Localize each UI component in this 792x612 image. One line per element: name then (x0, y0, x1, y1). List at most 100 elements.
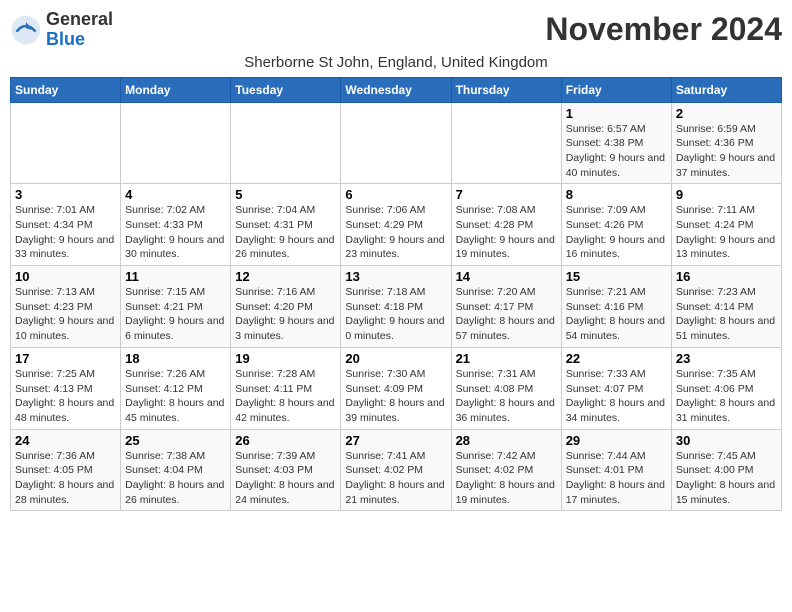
day-number: 26 (235, 433, 336, 448)
day-header-monday: Monday (121, 77, 231, 102)
day-info: Sunrise: 6:59 AM Sunset: 4:36 PM Dayligh… (676, 122, 777, 181)
calendar-cell: 4Sunrise: 7:02 AM Sunset: 4:33 PM Daylig… (121, 184, 231, 266)
calendar-cell: 10Sunrise: 7:13 AM Sunset: 4:23 PM Dayli… (11, 266, 121, 348)
day-info: Sunrise: 7:06 AM Sunset: 4:29 PM Dayligh… (345, 203, 446, 262)
calendar-cell: 1Sunrise: 6:57 AM Sunset: 4:38 PM Daylig… (561, 102, 671, 184)
day-header-tuesday: Tuesday (231, 77, 341, 102)
calendar-cell: 12Sunrise: 7:16 AM Sunset: 4:20 PM Dayli… (231, 266, 341, 348)
page-header: General Blue November 2024 (10, 10, 782, 50)
calendar-table: SundayMondayTuesdayWednesdayThursdayFrid… (10, 77, 782, 512)
calendar-cell: 8Sunrise: 7:09 AM Sunset: 4:26 PM Daylig… (561, 184, 671, 266)
logo-icon (10, 14, 42, 46)
calendar-cell: 16Sunrise: 7:23 AM Sunset: 4:14 PM Dayli… (671, 266, 781, 348)
day-info: Sunrise: 7:02 AM Sunset: 4:33 PM Dayligh… (125, 203, 226, 262)
day-info: Sunrise: 7:25 AM Sunset: 4:13 PM Dayligh… (15, 367, 116, 426)
day-info: Sunrise: 7:04 AM Sunset: 4:31 PM Dayligh… (235, 203, 336, 262)
day-info: Sunrise: 7:26 AM Sunset: 4:12 PM Dayligh… (125, 367, 226, 426)
calendar-cell: 21Sunrise: 7:31 AM Sunset: 4:08 PM Dayli… (451, 347, 561, 429)
day-info: Sunrise: 7:08 AM Sunset: 4:28 PM Dayligh… (456, 203, 557, 262)
day-number: 5 (235, 187, 336, 202)
day-info: Sunrise: 6:57 AM Sunset: 4:38 PM Dayligh… (566, 122, 667, 181)
day-number: 12 (235, 269, 336, 284)
day-header-wednesday: Wednesday (341, 77, 451, 102)
calendar-cell: 30Sunrise: 7:45 AM Sunset: 4:00 PM Dayli… (671, 429, 781, 511)
month-title: November 2024 (545, 11, 782, 48)
day-info: Sunrise: 7:42 AM Sunset: 4:02 PM Dayligh… (456, 449, 557, 508)
calendar-cell: 24Sunrise: 7:36 AM Sunset: 4:05 PM Dayli… (11, 429, 121, 511)
day-info: Sunrise: 7:23 AM Sunset: 4:14 PM Dayligh… (676, 285, 777, 344)
day-number: 21 (456, 351, 557, 366)
day-number: 16 (676, 269, 777, 284)
calendar-cell: 14Sunrise: 7:20 AM Sunset: 4:17 PM Dayli… (451, 266, 561, 348)
calendar-cell: 13Sunrise: 7:18 AM Sunset: 4:18 PM Dayli… (341, 266, 451, 348)
day-header-sunday: Sunday (11, 77, 121, 102)
day-header-thursday: Thursday (451, 77, 561, 102)
day-number: 4 (125, 187, 226, 202)
day-number: 8 (566, 187, 667, 202)
calendar-cell: 22Sunrise: 7:33 AM Sunset: 4:07 PM Dayli… (561, 347, 671, 429)
calendar-header-row: SundayMondayTuesdayWednesdayThursdayFrid… (11, 77, 782, 102)
day-header-saturday: Saturday (671, 77, 781, 102)
day-info: Sunrise: 7:09 AM Sunset: 4:26 PM Dayligh… (566, 203, 667, 262)
day-info: Sunrise: 7:44 AM Sunset: 4:01 PM Dayligh… (566, 449, 667, 508)
day-number: 13 (345, 269, 446, 284)
day-number: 24 (15, 433, 116, 448)
calendar-week-row: 3Sunrise: 7:01 AM Sunset: 4:34 PM Daylig… (11, 184, 782, 266)
logo-general: General (46, 10, 113, 30)
calendar-cell: 5Sunrise: 7:04 AM Sunset: 4:31 PM Daylig… (231, 184, 341, 266)
day-number: 17 (15, 351, 116, 366)
calendar-cell: 27Sunrise: 7:41 AM Sunset: 4:02 PM Dayli… (341, 429, 451, 511)
day-info: Sunrise: 7:38 AM Sunset: 4:04 PM Dayligh… (125, 449, 226, 508)
calendar-cell: 9Sunrise: 7:11 AM Sunset: 4:24 PM Daylig… (671, 184, 781, 266)
calendar-week-row: 1Sunrise: 6:57 AM Sunset: 4:38 PM Daylig… (11, 102, 782, 184)
calendar-cell (341, 102, 451, 184)
day-info: Sunrise: 7:11 AM Sunset: 4:24 PM Dayligh… (676, 203, 777, 262)
logo-blue: Blue (46, 30, 113, 50)
day-info: Sunrise: 7:31 AM Sunset: 4:08 PM Dayligh… (456, 367, 557, 426)
day-number: 28 (456, 433, 557, 448)
day-number: 29 (566, 433, 667, 448)
day-info: Sunrise: 7:20 AM Sunset: 4:17 PM Dayligh… (456, 285, 557, 344)
calendar-cell: 17Sunrise: 7:25 AM Sunset: 4:13 PM Dayli… (11, 347, 121, 429)
day-number: 6 (345, 187, 446, 202)
calendar-cell (231, 102, 341, 184)
calendar-cell: 2Sunrise: 6:59 AM Sunset: 4:36 PM Daylig… (671, 102, 781, 184)
day-number: 22 (566, 351, 667, 366)
day-number: 3 (15, 187, 116, 202)
day-info: Sunrise: 7:45 AM Sunset: 4:00 PM Dayligh… (676, 449, 777, 508)
calendar-cell: 15Sunrise: 7:21 AM Sunset: 4:16 PM Dayli… (561, 266, 671, 348)
day-info: Sunrise: 7:28 AM Sunset: 4:11 PM Dayligh… (235, 367, 336, 426)
calendar-week-row: 10Sunrise: 7:13 AM Sunset: 4:23 PM Dayli… (11, 266, 782, 348)
day-number: 25 (125, 433, 226, 448)
calendar-cell: 26Sunrise: 7:39 AM Sunset: 4:03 PM Dayli… (231, 429, 341, 511)
day-info: Sunrise: 7:30 AM Sunset: 4:09 PM Dayligh… (345, 367, 446, 426)
calendar-cell (11, 102, 121, 184)
logo: General Blue (10, 10, 113, 50)
day-info: Sunrise: 7:21 AM Sunset: 4:16 PM Dayligh… (566, 285, 667, 344)
day-number: 7 (456, 187, 557, 202)
calendar-cell: 6Sunrise: 7:06 AM Sunset: 4:29 PM Daylig… (341, 184, 451, 266)
calendar-cell: 20Sunrise: 7:30 AM Sunset: 4:09 PM Dayli… (341, 347, 451, 429)
calendar-cell: 19Sunrise: 7:28 AM Sunset: 4:11 PM Dayli… (231, 347, 341, 429)
day-number: 1 (566, 106, 667, 121)
day-number: 27 (345, 433, 446, 448)
day-header-friday: Friday (561, 77, 671, 102)
calendar-cell: 29Sunrise: 7:44 AM Sunset: 4:01 PM Dayli… (561, 429, 671, 511)
day-info: Sunrise: 7:35 AM Sunset: 4:06 PM Dayligh… (676, 367, 777, 426)
calendar-cell: 23Sunrise: 7:35 AM Sunset: 4:06 PM Dayli… (671, 347, 781, 429)
day-info: Sunrise: 7:16 AM Sunset: 4:20 PM Dayligh… (235, 285, 336, 344)
calendar-cell: 3Sunrise: 7:01 AM Sunset: 4:34 PM Daylig… (11, 184, 121, 266)
day-number: 10 (15, 269, 116, 284)
calendar-cell (451, 102, 561, 184)
day-number: 14 (456, 269, 557, 284)
calendar-week-row: 17Sunrise: 7:25 AM Sunset: 4:13 PM Dayli… (11, 347, 782, 429)
day-number: 11 (125, 269, 226, 284)
day-number: 23 (676, 351, 777, 366)
calendar-week-row: 24Sunrise: 7:36 AM Sunset: 4:05 PM Dayli… (11, 429, 782, 511)
day-number: 20 (345, 351, 446, 366)
calendar-cell: 25Sunrise: 7:38 AM Sunset: 4:04 PM Dayli… (121, 429, 231, 511)
day-number: 15 (566, 269, 667, 284)
calendar-cell: 11Sunrise: 7:15 AM Sunset: 4:21 PM Dayli… (121, 266, 231, 348)
calendar-cell: 18Sunrise: 7:26 AM Sunset: 4:12 PM Dayli… (121, 347, 231, 429)
day-number: 18 (125, 351, 226, 366)
